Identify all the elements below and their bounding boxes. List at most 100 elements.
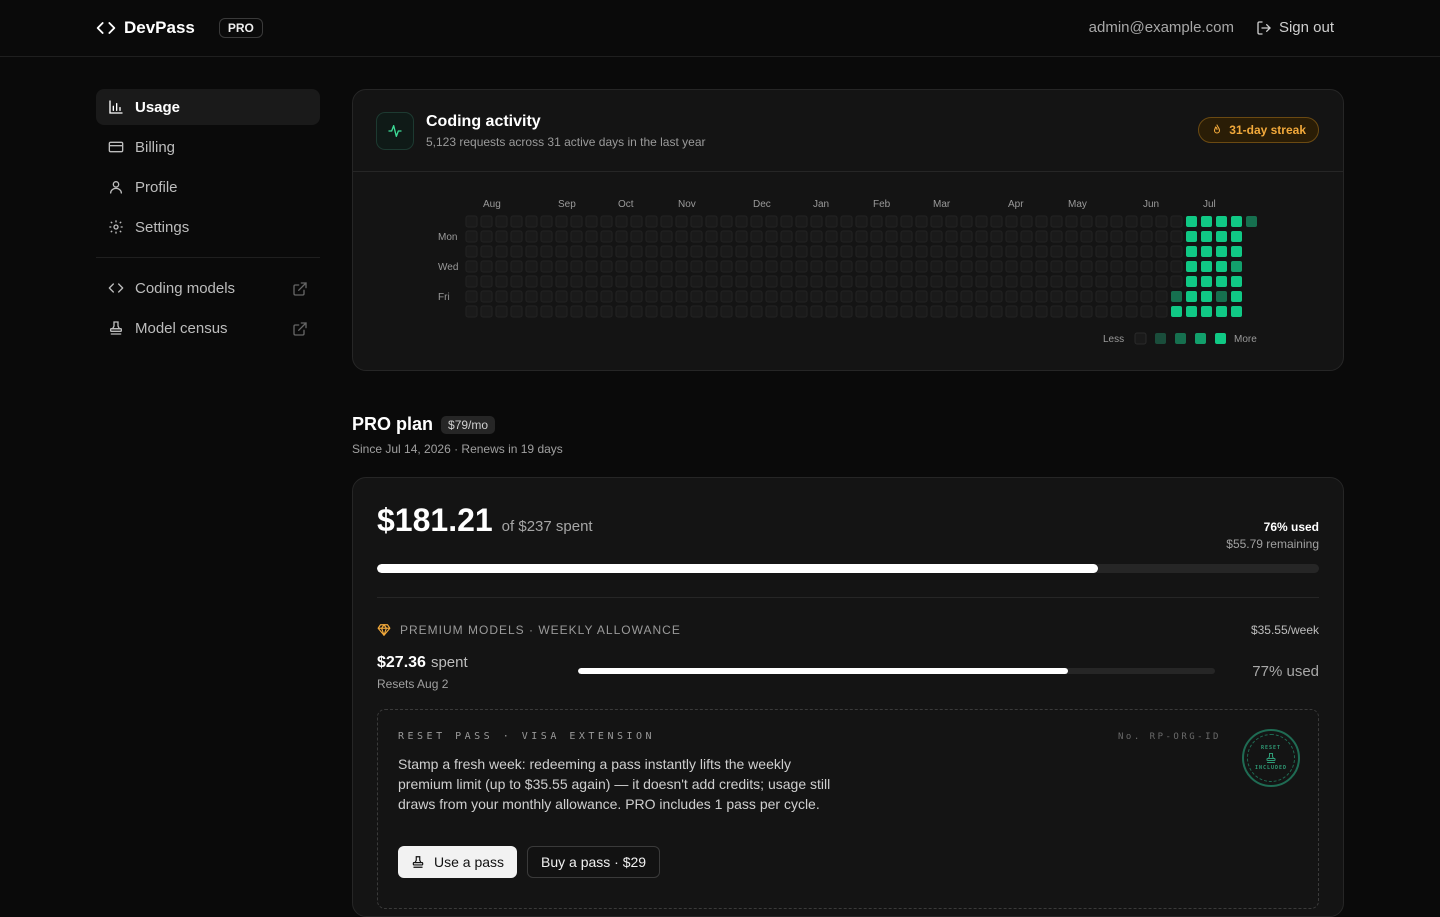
heatmap-cell[interactable] — [855, 245, 868, 258]
heatmap-cell[interactable] — [855, 230, 868, 243]
heatmap-cell[interactable] — [1065, 215, 1078, 228]
heatmap-cell[interactable] — [765, 245, 778, 258]
heatmap-cell[interactable] — [600, 290, 613, 303]
heatmap-cell[interactable] — [795, 260, 808, 273]
heatmap-cell[interactable] — [1095, 230, 1108, 243]
heatmap-cell[interactable] — [1020, 230, 1033, 243]
heatmap-cell[interactable] — [870, 305, 883, 318]
heatmap-cell[interactable] — [1080, 215, 1093, 228]
heatmap-cell[interactable] — [1005, 290, 1018, 303]
heatmap-cell[interactable] — [600, 305, 613, 318]
heatmap-cell[interactable] — [990, 275, 1003, 288]
heatmap-cell[interactable] — [1110, 290, 1123, 303]
heatmap-cell[interactable] — [870, 260, 883, 273]
heatmap-cell[interactable] — [1035, 305, 1048, 318]
heatmap-cell[interactable] — [570, 290, 583, 303]
heatmap-cell[interactable] — [750, 230, 763, 243]
sidebar-item-model-census[interactable]: Model census — [96, 310, 320, 346]
heatmap-cell[interactable] — [765, 275, 778, 288]
heatmap-cell[interactable] — [525, 215, 538, 228]
heatmap-cell[interactable] — [720, 230, 733, 243]
heatmap-cell[interactable] — [1186, 261, 1197, 272]
heatmap-cell[interactable] — [810, 305, 823, 318]
heatmap-cell[interactable] — [900, 275, 913, 288]
heatmap-cell[interactable] — [540, 290, 553, 303]
heatmap-cell[interactable] — [915, 230, 928, 243]
heatmap-cell[interactable] — [840, 245, 853, 258]
heatmap-cell[interactable] — [1125, 215, 1138, 228]
heatmap-cell[interactable] — [690, 260, 703, 273]
heatmap-cell[interactable] — [1216, 231, 1227, 242]
heatmap-cell[interactable] — [645, 260, 658, 273]
heatmap-cell[interactable] — [480, 215, 493, 228]
heatmap-cell[interactable] — [555, 275, 568, 288]
heatmap-cell[interactable] — [465, 275, 478, 288]
heatmap-cell[interactable] — [1065, 230, 1078, 243]
heatmap-cell[interactable] — [480, 245, 493, 258]
heatmap-cell[interactable] — [885, 245, 898, 258]
heatmap-cell[interactable] — [810, 290, 823, 303]
heatmap-cell[interactable] — [465, 245, 478, 258]
heatmap-cell[interactable] — [540, 245, 553, 258]
heatmap-cell[interactable] — [630, 245, 643, 258]
heatmap-cell[interactable] — [1035, 215, 1048, 228]
heatmap-cell[interactable] — [810, 260, 823, 273]
heatmap-cell[interactable] — [1201, 291, 1212, 302]
heatmap-cell[interactable] — [960, 245, 973, 258]
heatmap-cell[interactable] — [1110, 245, 1123, 258]
heatmap-cell[interactable] — [945, 275, 958, 288]
heatmap-cell[interactable] — [690, 305, 703, 318]
heatmap-cell[interactable] — [705, 230, 718, 243]
heatmap-cell[interactable] — [885, 215, 898, 228]
heatmap-cell[interactable] — [1110, 275, 1123, 288]
heatmap-cell[interactable] — [1216, 306, 1227, 317]
heatmap-cell[interactable] — [495, 230, 508, 243]
heatmap-cell[interactable] — [540, 305, 553, 318]
heatmap-cell[interactable] — [990, 305, 1003, 318]
heatmap-cell[interactable] — [705, 275, 718, 288]
heatmap-cell[interactable] — [615, 245, 628, 258]
heatmap-cell[interactable] — [930, 305, 943, 318]
heatmap-cell[interactable] — [645, 290, 658, 303]
heatmap-cell[interactable] — [660, 275, 673, 288]
heatmap-cell[interactable] — [1020, 215, 1033, 228]
heatmap-cell[interactable] — [1155, 215, 1168, 228]
heatmap-cell[interactable] — [1080, 260, 1093, 273]
heatmap-cell[interactable] — [960, 230, 973, 243]
heatmap-cell[interactable] — [675, 305, 688, 318]
heatmap-cell[interactable] — [855, 290, 868, 303]
heatmap-cell[interactable] — [945, 215, 958, 228]
heatmap-cell[interactable] — [1140, 305, 1153, 318]
heatmap-cell[interactable] — [690, 230, 703, 243]
heatmap-cell[interactable] — [525, 290, 538, 303]
heatmap-cell[interactable] — [645, 245, 658, 258]
heatmap-cell[interactable] — [570, 215, 583, 228]
heatmap-cell[interactable] — [600, 215, 613, 228]
heatmap-cell[interactable] — [765, 260, 778, 273]
heatmap-cell[interactable] — [1201, 306, 1212, 317]
heatmap-cell[interactable] — [690, 290, 703, 303]
heatmap-cell[interactable] — [1080, 290, 1093, 303]
heatmap-cell[interactable] — [735, 290, 748, 303]
heatmap-cell[interactable] — [540, 230, 553, 243]
heatmap-cell[interactable] — [480, 305, 493, 318]
heatmap-cell[interactable] — [930, 245, 943, 258]
heatmap-cell[interactable] — [1005, 230, 1018, 243]
heatmap-cell[interactable] — [750, 290, 763, 303]
heatmap-cell[interactable] — [1170, 215, 1183, 228]
heatmap-cell[interactable] — [690, 275, 703, 288]
heatmap-cell[interactable] — [1231, 276, 1242, 287]
heatmap-cell[interactable] — [585, 290, 598, 303]
heatmap-cell[interactable] — [765, 230, 778, 243]
heatmap-cell[interactable] — [1065, 260, 1078, 273]
heatmap-cell[interactable] — [630, 290, 643, 303]
sidebar-item-billing[interactable]: Billing — [96, 129, 320, 165]
heatmap-cell[interactable] — [1171, 306, 1182, 317]
heatmap-cell[interactable] — [465, 305, 478, 318]
heatmap-cell[interactable] — [495, 215, 508, 228]
heatmap-cell[interactable] — [750, 275, 763, 288]
heatmap-cell[interactable] — [960, 260, 973, 273]
heatmap-cell[interactable] — [780, 230, 793, 243]
heatmap-cell[interactable] — [660, 260, 673, 273]
heatmap-cell[interactable] — [810, 275, 823, 288]
